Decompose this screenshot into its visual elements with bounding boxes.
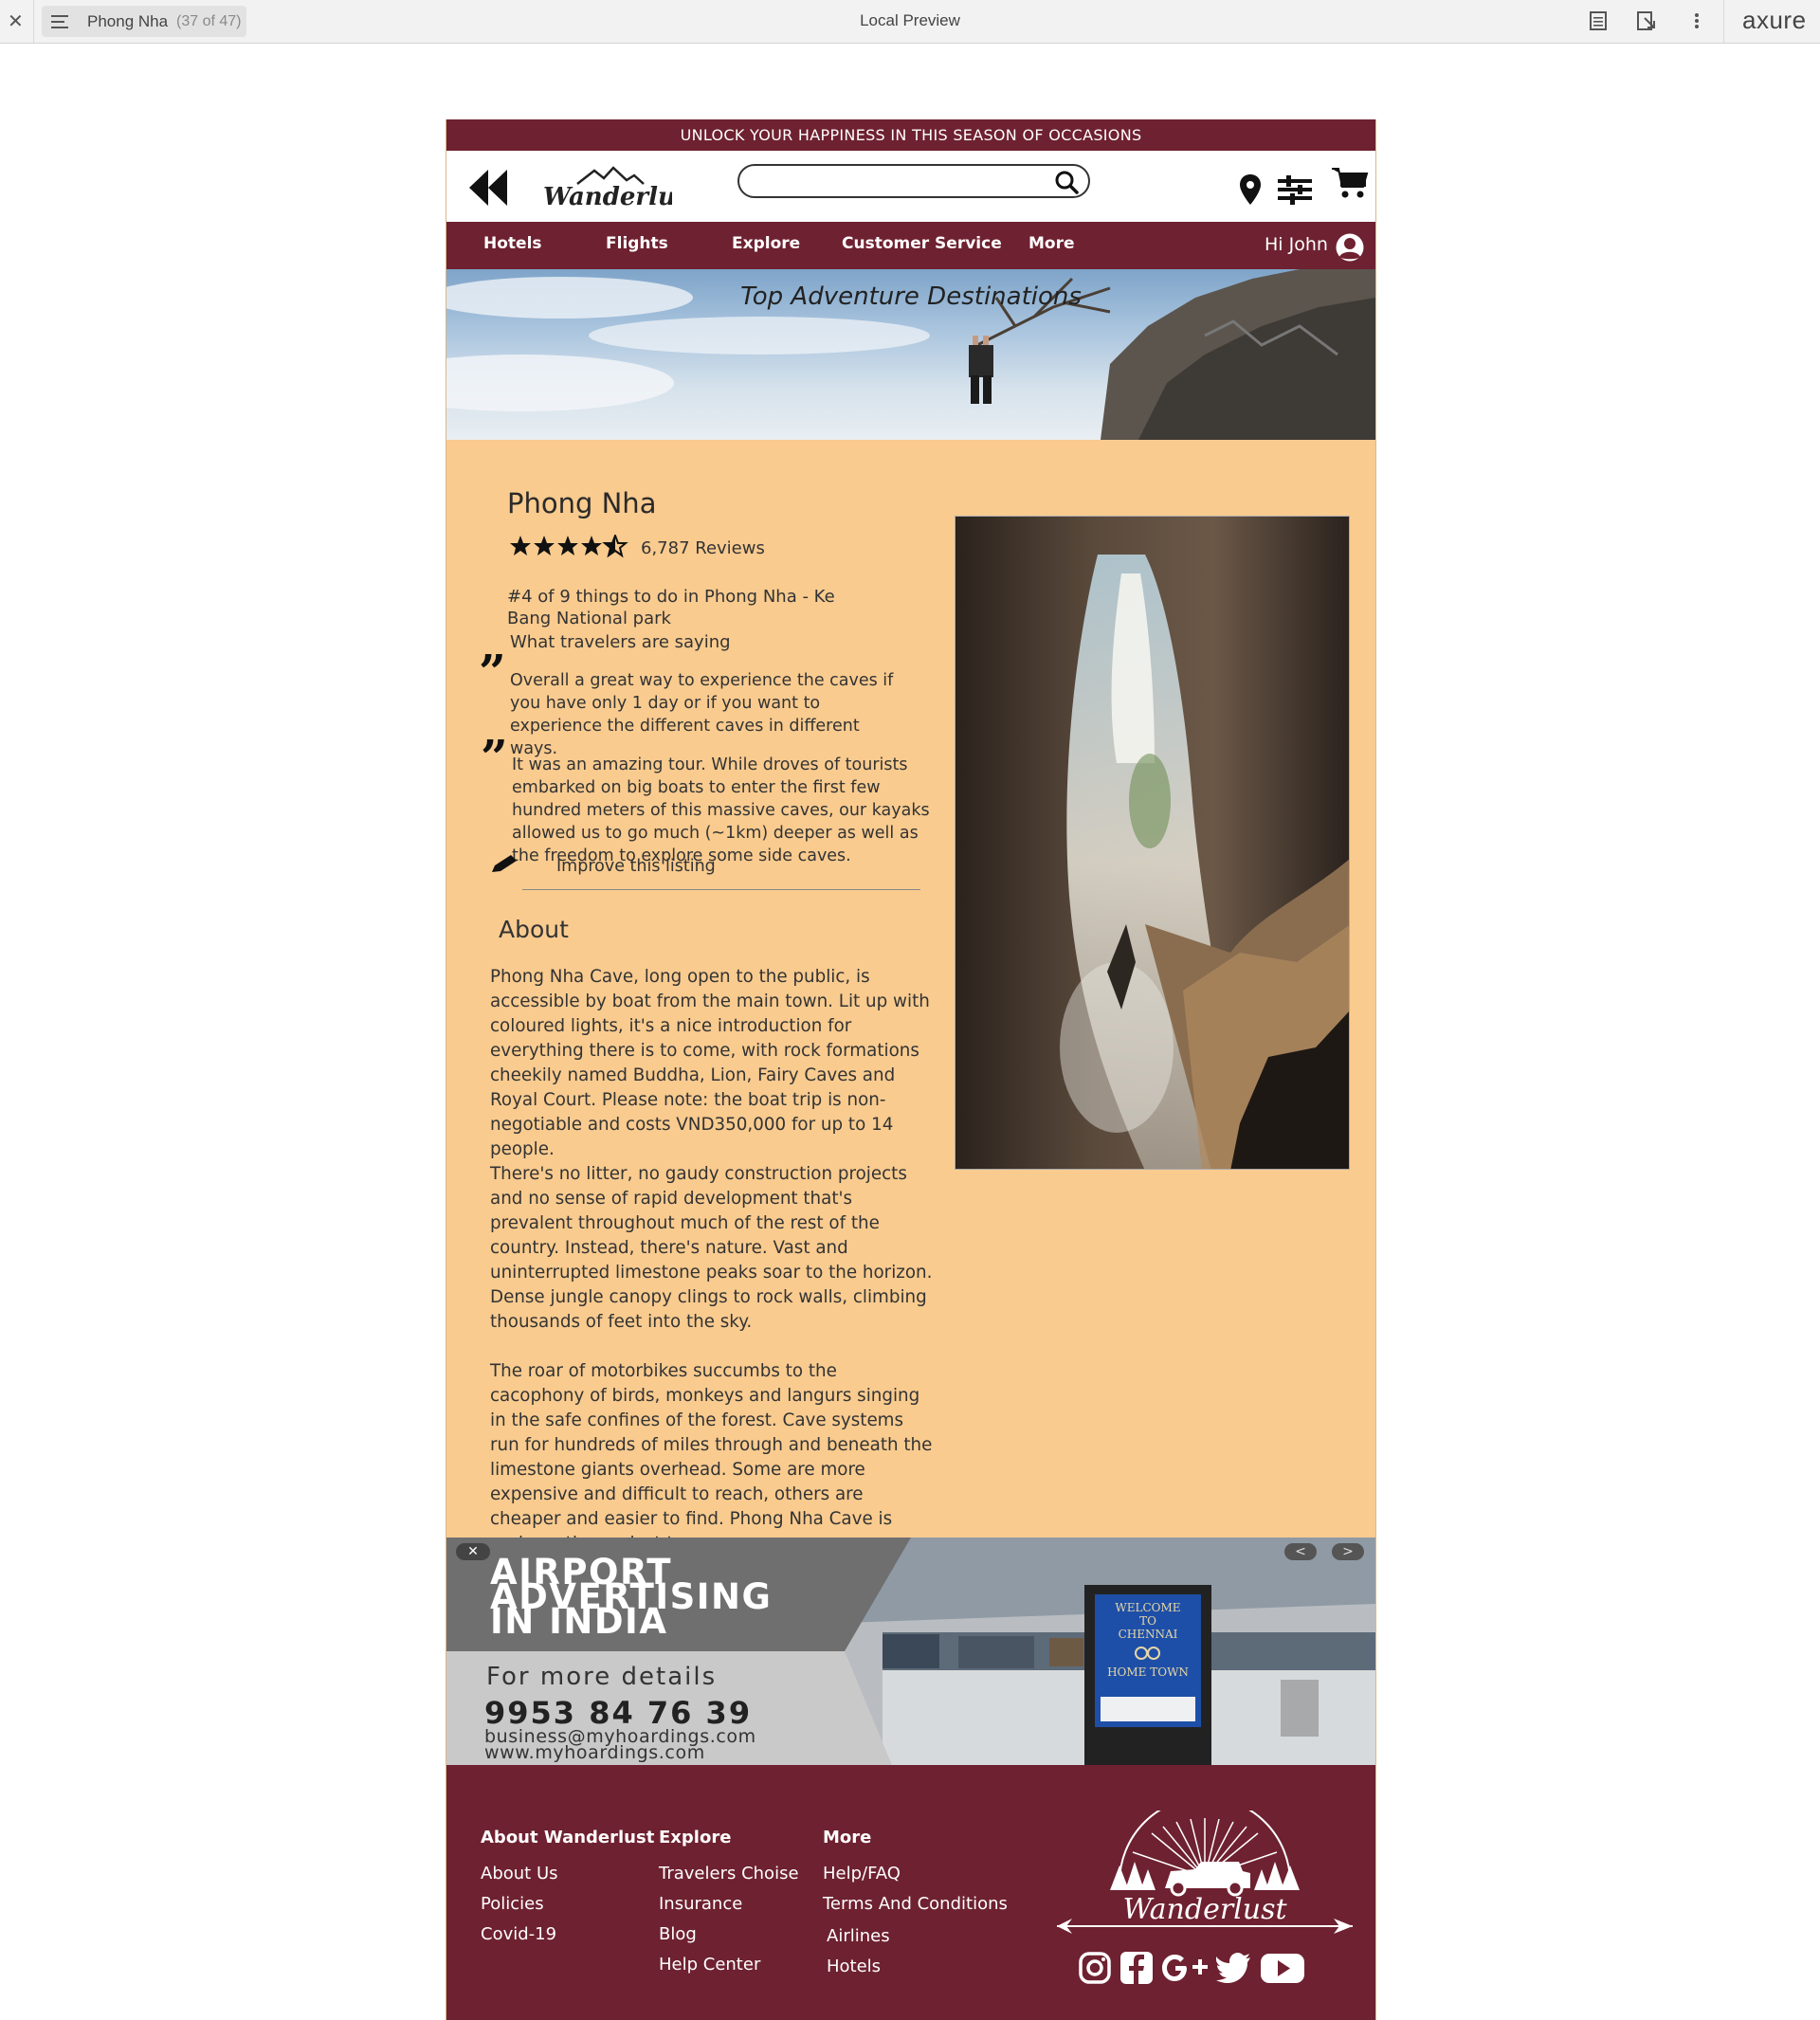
ad-website: www.myhoardings.com (484, 1742, 705, 1763)
footer-link-covid[interactable]: Covid-19 (481, 1924, 556, 1944)
nav-explore[interactable]: Explore (732, 234, 800, 253)
section-divider (522, 889, 920, 890)
ad-prev-button[interactable]: < (1284, 1543, 1317, 1560)
twitter-icon[interactable] (1216, 1951, 1252, 1985)
svg-text:WELCOME: WELCOME (1115, 1601, 1180, 1614)
nav-flights[interactable]: Flights (606, 234, 668, 253)
edit-pencil-icon[interactable] (490, 853, 519, 874)
listing-rank: #4 of 9 things to do in Phong Nha - Ke B… (507, 587, 835, 628)
shopping-cart-icon[interactable] (1331, 166, 1369, 200)
nav-more[interactable]: More (1028, 234, 1075, 253)
footer-link-help-faq[interactable]: Help/FAQ (823, 1864, 901, 1884)
about-paragraph: There's no litter, no gaudy construction… (490, 1164, 933, 1332)
footer-link-help-center[interactable]: Help Center (659, 1955, 760, 1975)
improve-listing-link[interactable]: Improve this listing (556, 857, 716, 876)
footer-link-terms[interactable]: Terms And Conditions (823, 1894, 1008, 1914)
toolbar-divider (1723, 0, 1724, 43)
review-quote: Overall a great way to experience the ca… (510, 671, 894, 758)
star-rating (510, 535, 628, 558)
footer-link-airlines[interactable]: Airlines (827, 1926, 890, 1946)
facebook-icon[interactable] (1119, 1951, 1154, 1985)
quote-icon: ” (481, 729, 508, 785)
instagram-icon[interactable] (1078, 1951, 1112, 1985)
axure-logo: axure (1742, 6, 1807, 34)
review-count[interactable]: 6,787 Reviews (641, 538, 765, 558)
listing-title: Phong Nha (507, 487, 657, 519)
ad-more-details: For more details (486, 1663, 718, 1691)
main-nav: Hotels Flights Explore Customer Service … (446, 222, 1375, 269)
ad-banner[interactable]: WELCOME TO CHENNAI HOME TOWN AIRPORT ADV… (446, 1538, 1375, 1765)
cave-photo (955, 516, 1350, 1170)
footer-link-travelers-choise[interactable]: Travelers Choise (659, 1864, 799, 1884)
wanderlust-logo[interactable]: Wanderlust (539, 165, 672, 209)
star-icon (557, 536, 578, 555)
footer-link-insurance[interactable]: Insurance (659, 1894, 742, 1914)
prototype-page: UNLOCK YOUR HAPPINESS IN THIS SEASON OF … (446, 119, 1376, 2020)
filter-sliders-icon[interactable] (1277, 173, 1313, 206)
site-footer: About Wanderlust About Us Policies Covid… (446, 1765, 1375, 2020)
svg-text:CHENNAI: CHENNAI (1119, 1628, 1178, 1641)
about-paragraph: The roar of motorbikes succumbs to the c… (490, 1361, 933, 1554)
cave-illustration (956, 517, 1349, 1169)
user-avatar-icon[interactable] (1335, 232, 1365, 263)
star-icon (581, 536, 602, 555)
footer-link-hotels[interactable]: Hotels (827, 1956, 881, 1976)
footer-link-policies[interactable]: Policies (481, 1894, 544, 1914)
svg-text:TO: TO (1139, 1614, 1156, 1628)
more-options-icon[interactable] (1693, 9, 1701, 32)
nav-customer-service[interactable]: Customer Service (842, 234, 1002, 253)
user-greeting[interactable]: Hi John (1265, 234, 1328, 255)
location-pin-icon[interactable] (1239, 173, 1262, 206)
back-icon[interactable] (467, 168, 509, 208)
ad-headline: IN INDIA (490, 1601, 668, 1642)
search-box[interactable] (737, 164, 1090, 198)
travelers-saying-label: What travelers are saying (510, 632, 731, 652)
nav-hotels[interactable]: Hotels (483, 234, 542, 253)
footer-heading: Explore (659, 1828, 732, 1847)
search-input[interactable] (753, 170, 1041, 194)
svg-text:HOME TOWN: HOME TOWN (1107, 1665, 1189, 1679)
footer-heading: More (823, 1828, 872, 1847)
svg-text:Wanderlust: Wanderlust (1122, 1893, 1287, 1926)
footer-wanderlust-logo: Wanderlust (1057, 1811, 1353, 1934)
star-icon (510, 536, 531, 555)
hero-title: Top Adventure Destinations (740, 282, 1082, 311)
preview-title: Local Preview (860, 11, 960, 29)
youtube-icon[interactable] (1260, 1951, 1305, 1985)
about-heading: About (499, 916, 569, 943)
hero-banner: Top Adventure Destinations (446, 269, 1375, 440)
google-plus-icon[interactable] (1161, 1951, 1210, 1985)
svg-text:Wanderlust: Wanderlust (543, 183, 672, 209)
ad-close-button[interactable]: ✕ (456, 1543, 490, 1560)
site-header: Wanderlust (446, 151, 1375, 222)
footer-heading: About Wanderlust (481, 1828, 655, 1847)
search-icon[interactable] (1054, 170, 1079, 194)
footer-link-blog[interactable]: Blog (659, 1924, 697, 1944)
footer-link-about-us[interactable]: About Us (481, 1864, 558, 1884)
review-quote: It was an amazing tour. While droves of … (512, 755, 930, 865)
promo-banner: UNLOCK YOUR HAPPINESS IN THIS SEASON OF … (446, 119, 1375, 151)
about-paragraph: Phong Nha Cave, long open to the public,… (490, 967, 930, 1159)
preview-toolbar: ✕ Phong Nha (37 of 47) Local Preview axu… (0, 0, 1820, 44)
quote-icon: ” (479, 644, 506, 700)
notes-icon[interactable] (1589, 9, 1608, 32)
star-icon (534, 536, 555, 555)
ad-next-button[interactable]: > (1332, 1543, 1364, 1560)
inspect-icon[interactable] (1636, 9, 1657, 32)
